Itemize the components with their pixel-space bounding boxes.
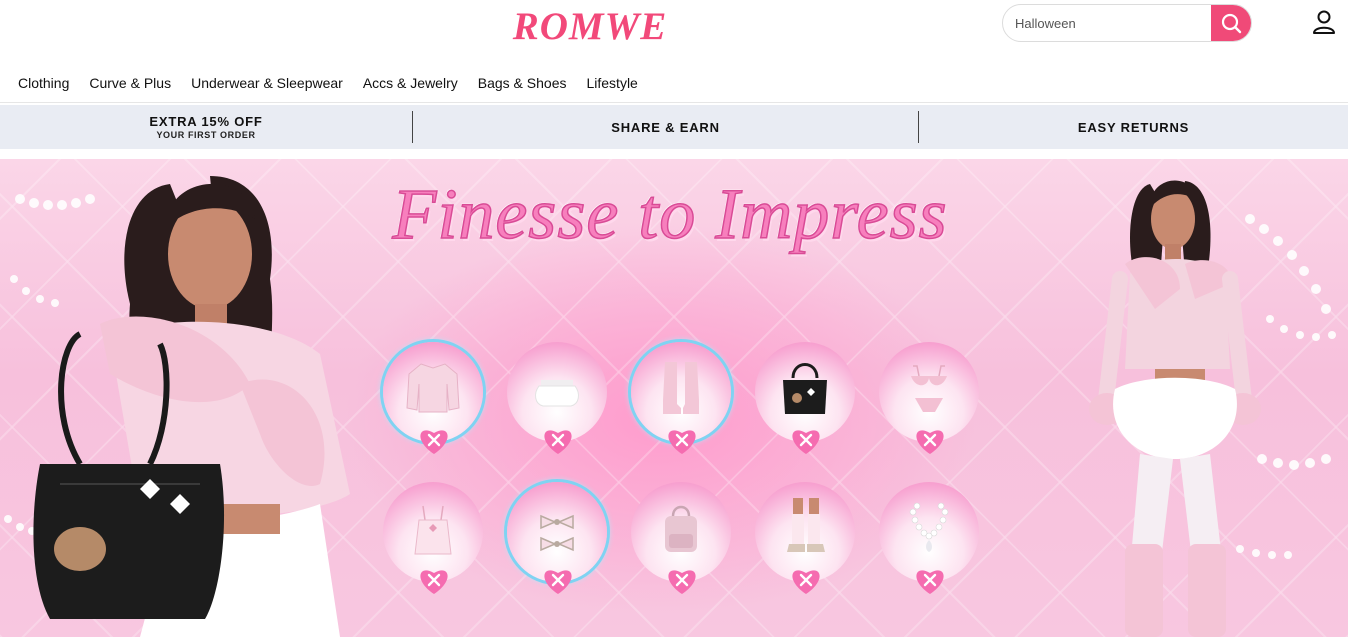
search-button[interactable]: [1211, 5, 1251, 41]
hero-title: Finesse to Impress: [392, 173, 948, 255]
nav-curve-plus[interactable]: Curve & Plus: [89, 71, 171, 95]
main-nav: Clothing Curve & Plus Underwear & Sleepw…: [18, 71, 638, 95]
hero-item-boots[interactable]: [631, 342, 731, 458]
promo-share-earn[interactable]: SHARE & EARN: [413, 105, 918, 149]
heart-close-icon[interactable]: [417, 564, 451, 596]
promo-strip: EXTRA 15% OFF YOUR FIRST ORDER SHARE & E…: [0, 105, 1348, 149]
nav-underwear-sleepwear[interactable]: Underwear & Sleepwear: [191, 71, 343, 95]
nav-clothing[interactable]: Clothing: [18, 71, 69, 95]
user-icon[interactable]: [1311, 9, 1337, 35]
heart-close-icon[interactable]: [789, 424, 823, 456]
hero-item-backpack[interactable]: [631, 482, 731, 598]
promo-easy-returns[interactable]: EASY RETURNS: [919, 105, 1348, 149]
socks-shoes-icon: [787, 498, 825, 552]
search-input[interactable]: [1015, 5, 1205, 41]
hero-item-camisole[interactable]: [383, 482, 483, 598]
search-icon: [1221, 13, 1242, 34]
site-header: ROMWE Clothing Curve & Plus Underwear & …: [0, 0, 1348, 103]
backpack-icon: [665, 505, 697, 552]
promo-first-order-subtitle: YOUR FIRST ORDER: [156, 130, 256, 140]
hero-item-lingerie[interactable]: [879, 342, 979, 458]
promo-share-earn-title: SHARE & EARN: [611, 119, 720, 135]
lingerie-icon: [911, 365, 947, 412]
heart-close-icon[interactable]: [789, 564, 823, 596]
skirt-icon: [535, 380, 579, 407]
heart-close-icon[interactable]: [913, 424, 947, 456]
hero-item-handbag[interactable]: [755, 342, 855, 458]
left-model-image: [33, 176, 350, 637]
heart-close-icon[interactable]: [541, 424, 575, 456]
bows-icon: [540, 514, 574, 552]
hero-item-socks-shoes[interactable]: [755, 482, 855, 598]
hero-item-necklace[interactable]: [879, 482, 979, 598]
nav-accs-jewelry[interactable]: Accs & Jewelry: [363, 71, 458, 95]
heart-close-icon[interactable]: [913, 564, 947, 596]
necklace-icon: [909, 502, 949, 552]
boots-icon: [663, 362, 699, 414]
right-model-image: [1089, 180, 1261, 637]
nav-bags-shoes[interactable]: Bags & Shoes: [478, 71, 567, 95]
promo-easy-returns-title: EASY RETURNS: [1077, 119, 1190, 135]
cardigan-icon: [406, 363, 460, 413]
nav-lifestyle[interactable]: Lifestyle: [586, 71, 637, 95]
promo-first-order[interactable]: EXTRA 15% OFF YOUR FIRST ORDER: [0, 105, 412, 149]
handbag-icon: [783, 363, 827, 414]
hero-item-cardigan[interactable]: [383, 342, 483, 458]
heart-close-icon[interactable]: [541, 564, 575, 596]
romwe-logo[interactable]: ROMWE: [503, 4, 677, 48]
heart-close-icon[interactable]: [417, 424, 451, 456]
hero-item-skirt[interactable]: [507, 342, 607, 458]
hero-item-bows[interactable]: [507, 482, 607, 598]
promo-first-order-title: EXTRA 15% OFF: [149, 114, 263, 129]
hero-banner[interactable]: Finesse to Impress: [0, 159, 1348, 637]
heart-close-icon[interactable]: [665, 424, 699, 456]
search-bar: [1002, 4, 1252, 42]
camisole-icon: [414, 505, 452, 555]
heart-close-icon[interactable]: [665, 564, 699, 596]
